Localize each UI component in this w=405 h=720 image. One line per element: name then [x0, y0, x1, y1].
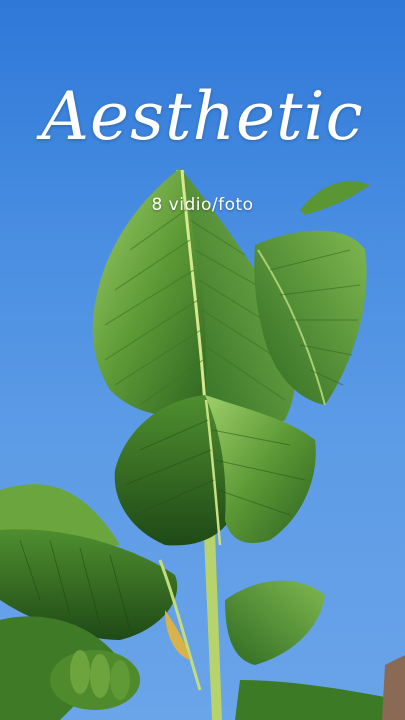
bottom-right-leaf	[158, 559, 400, 720]
rooftop-corner	[382, 655, 405, 720]
overlay-subtitle: 8 vidio/foto	[151, 195, 254, 215]
photo-frame: Aesthetic 8 vidio/foto	[0, 0, 405, 720]
overlay-title: Aesthetic	[41, 78, 364, 155]
